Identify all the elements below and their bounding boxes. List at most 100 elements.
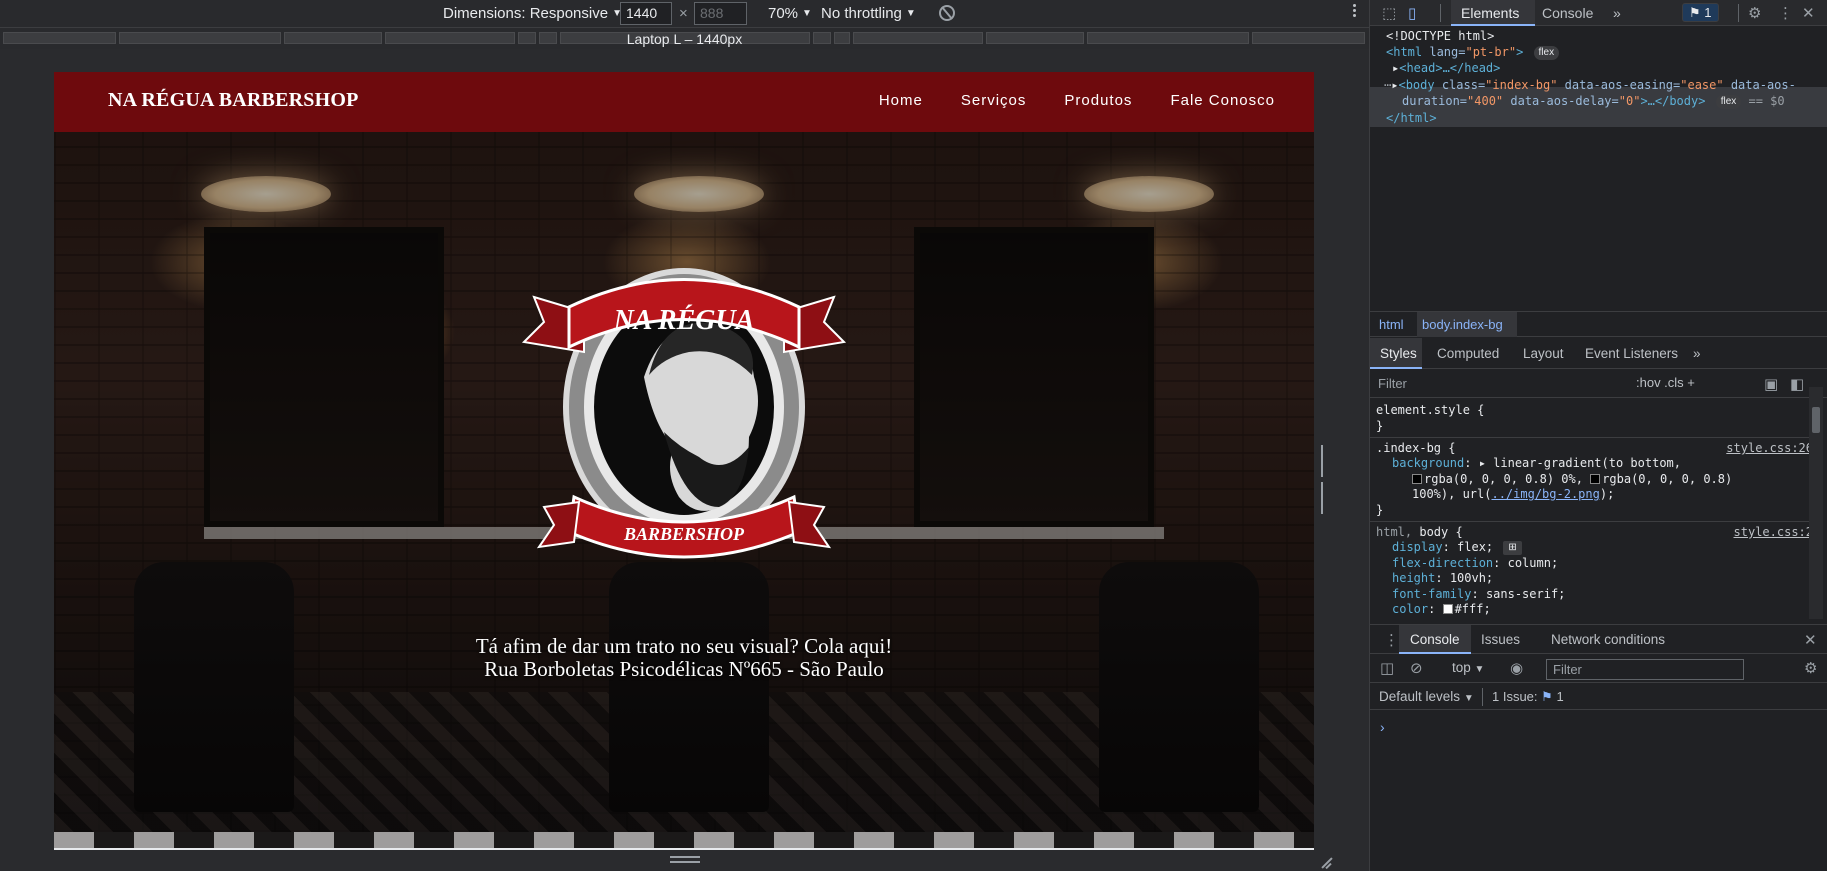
drawer-tab-console[interactable]: Console — [1410, 632, 1460, 647]
prop-name: color — [1392, 602, 1429, 616]
css-declaration[interactable]: height: 100vh; — [1392, 571, 1815, 587]
prop-value: ); — [1599, 487, 1615, 501]
kebab-icon[interactable] — [1351, 2, 1357, 22]
default-levels-dropdown[interactable]: Default levels ▼ — [1379, 689, 1474, 704]
eye-icon[interactable]: ◉ — [1510, 659, 1523, 677]
html-close-tag: </html> — [1386, 111, 1437, 125]
logo-top-text: NA RÉGUA — [613, 305, 755, 336]
dimensions-dropdown[interactable]: Dimensions: Responsive ▼ — [443, 5, 622, 22]
tab-elements[interactable]: Elements — [1461, 5, 1519, 21]
tab-console[interactable]: Console — [1542, 5, 1593, 21]
viewport-resize-handle-right[interactable] — [1321, 445, 1329, 514]
background-declaration[interactable]: background: ▸ linear-gradient(to bottom, — [1392, 456, 1815, 472]
body-duration-attr-prefix: data-aos- — [1723, 78, 1796, 92]
dom-body-node-cont[interactable]: duration="400" data-aos-delay="0">…</bod… — [1402, 92, 1785, 111]
close-icon[interactable]: ✕ — [1804, 631, 1817, 649]
prop-value: 100vh; — [1449, 571, 1494, 585]
body-delay-attr: data-aos-delay= — [1503, 94, 1619, 108]
nav-link-produtos[interactable]: Produtos — [1064, 92, 1132, 109]
prop-value: sans-serif; — [1485, 587, 1566, 601]
breadcrumb: html body.index-bg — [1370, 311, 1827, 337]
styles-filter-tools[interactable]: :hov .cls + — [1636, 375, 1695, 390]
nav-link-fale-conosco[interactable]: Fale Conosco — [1170, 92, 1275, 109]
gear-icon[interactable]: ⚙ — [1748, 4, 1761, 22]
element-style-rule[interactable]: element.style { — [1376, 403, 1815, 419]
nav-link-home[interactable]: Home — [879, 92, 923, 109]
close-brace: } — [1376, 419, 1384, 433]
tab-computed[interactable]: Computed — [1437, 346, 1499, 361]
breadcrumb-html[interactable]: html — [1379, 317, 1404, 332]
sidebar-toggle-icon[interactable]: ◫ — [1380, 659, 1394, 677]
issues-button[interactable]: 1 Issue: ⚑ 1 — [1492, 689, 1564, 705]
toggle-sidebar-icon[interactable]: ◧ — [1790, 375, 1804, 393]
more-tabs-icon[interactable]: » — [1693, 346, 1701, 361]
console-prompt[interactable]: › — [1380, 719, 1385, 735]
dom-html-close[interactable]: </html> — [1386, 109, 1437, 128]
prop-value: #fff; — [1454, 602, 1491, 616]
throttling-dropdown[interactable]: No throttling ▼ — [821, 5, 916, 22]
prop-value: column; — [1507, 556, 1559, 570]
rule-divider — [1370, 521, 1815, 522]
issues-count: 1 — [1704, 5, 1712, 20]
height-input[interactable]: 888 — [694, 2, 747, 25]
body-close-tag: >…</body> — [1640, 94, 1706, 108]
styles-scrollbar[interactable] — [1809, 387, 1823, 619]
breadcrumb-body[interactable]: body.index-bg — [1422, 317, 1503, 332]
viewport-corner-resize-handle[interactable] — [1318, 855, 1332, 869]
flexbox-editor-icon[interactable]: ⊞ — [1503, 541, 1522, 555]
tab-styles[interactable]: Styles — [1380, 346, 1417, 361]
nav-link-servicos[interactable]: Serviços — [961, 92, 1027, 109]
prop-name: font-family — [1392, 587, 1472, 601]
flex-badge[interactable]: flex — [1715, 95, 1742, 109]
site-brand[interactable]: NA RÉGUA BARBERSHOP — [108, 89, 359, 112]
paint-icon[interactable]: ▣ — [1764, 375, 1778, 393]
kebab-icon[interactable]: ⋮ — [1384, 631, 1399, 649]
prop-name: background — [1392, 456, 1465, 470]
css-declaration[interactable]: font-family: sans-serif; — [1392, 587, 1815, 603]
inspect-element-icon[interactable]: ⬚ — [1382, 4, 1396, 22]
issues-badge[interactable]: ⚑ 1 — [1682, 3, 1719, 22]
flex-badge[interactable]: flex — [1533, 46, 1560, 60]
caret-down-icon: ▼ — [802, 8, 812, 19]
console-filter-input[interactable]: Filter — [1546, 659, 1744, 680]
body-class-attr: class= — [1434, 78, 1486, 92]
source-link[interactable]: style.css:2 — [1734, 525, 1813, 541]
tab-event-listeners[interactable]: Event Listeners — [1585, 346, 1678, 361]
css-declaration[interactable]: color: #fff; — [1392, 602, 1815, 618]
hero-background: NA RÉGUA BARBERSHOP Tá afim de dar um tr… — [54, 132, 1314, 832]
body-duration-attr: duration= — [1402, 94, 1468, 108]
css-declaration[interactable]: flex-direction: column; — [1392, 556, 1815, 572]
console-levels-row: Default levels ▼ 1 Issue: ⚑ 1 — [1370, 684, 1827, 710]
kebab-icon[interactable]: ⋮ — [1778, 4, 1793, 22]
scrollbar-thumb[interactable] — [1812, 407, 1820, 433]
background-declaration-cont: 100%), url(../img/bg-2.png); — [1412, 487, 1815, 503]
clear-console-icon[interactable]: ⊘ — [1410, 659, 1423, 677]
issues-button-count: 1 — [1556, 689, 1564, 704]
zoom-label: 70% — [768, 5, 799, 22]
css-declaration[interactable]: display: flex; ⊞ — [1392, 540, 1815, 556]
close-icon[interactable]: ✕ — [1802, 4, 1815, 22]
width-input[interactable]: 1440 — [620, 2, 672, 25]
context-selector[interactable]: top ▼ — [1452, 660, 1484, 675]
prop-value: flex; — [1457, 540, 1494, 554]
source-link[interactable]: style.css:26 — [1726, 441, 1813, 457]
tab-layout[interactable]: Layout — [1523, 346, 1564, 361]
styles-filter-input[interactable]: Filter — [1372, 372, 1624, 395]
styles-filter-row: Filter :hov .cls + ▣ ◧ — [1370, 370, 1827, 398]
body-easing-attr: data-aos-easing= — [1557, 78, 1681, 92]
zoom-dropdown[interactable]: 70% ▼ — [768, 5, 812, 22]
prop-name: display — [1392, 540, 1443, 554]
viewport-resize-handle-bottom[interactable] — [670, 856, 700, 864]
color-swatch[interactable] — [1590, 474, 1601, 484]
more-tabs-icon[interactable]: » — [1613, 5, 1621, 21]
body-delay-value: "0" — [1618, 94, 1641, 108]
gear-icon[interactable]: ⚙ — [1804, 659, 1817, 677]
url-link[interactable]: ../img/bg-2.png — [1491, 487, 1599, 501]
drawer-tab-issues[interactable]: Issues — [1481, 632, 1520, 647]
color-swatch[interactable] — [1412, 474, 1422, 484]
hero-tagline: Tá afim de dar um trato no seu visual? C… — [475, 634, 893, 658]
device-toolbar-icon[interactable]: ▯ — [1408, 4, 1416, 22]
rotate-icon[interactable] — [939, 5, 955, 21]
drawer-tab-network-conditions[interactable]: Network conditions — [1551, 632, 1665, 647]
color-swatch[interactable] — [1442, 604, 1453, 614]
